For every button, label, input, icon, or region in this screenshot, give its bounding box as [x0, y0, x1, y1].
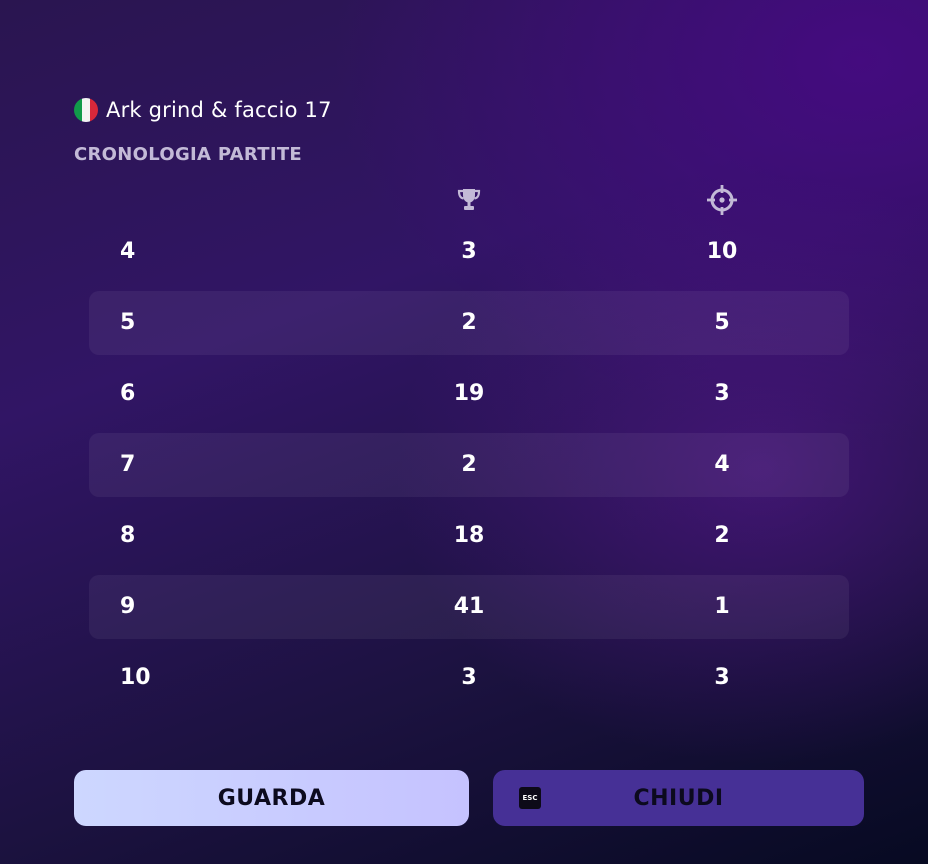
table-row: 7 2 4: [89, 433, 849, 497]
placement-value: 18: [453, 523, 485, 548]
match-number: 9: [120, 594, 136, 619]
watch-button[interactable]: GUARDA: [74, 770, 469, 826]
placement-value: 2: [461, 310, 477, 335]
table-row: 4 3 10: [89, 220, 849, 284]
match-history-table: 4 3 10 5 2 5 6 19 3 7 2 4 8 18 2 9 41 1 …: [89, 220, 849, 717]
close-button-label: CHIUDI: [633, 785, 724, 811]
trophy-icon: [453, 184, 485, 216]
table-row: 5 2 5: [89, 291, 849, 355]
placement-value: 41: [453, 594, 485, 619]
watch-button-label: GUARDA: [217, 785, 326, 811]
eliminations-value: 1: [714, 594, 730, 619]
eliminations-value: 3: [714, 665, 730, 690]
close-button[interactable]: ESC CHIUDI: [493, 770, 864, 826]
table-row: 10 3 3: [89, 646, 849, 710]
placement-value: 2: [461, 452, 477, 477]
esc-key-icon: ESC: [519, 787, 541, 809]
eliminations-value: 2: [714, 523, 730, 548]
session-header: Ark grind & faccio 17: [74, 98, 332, 122]
match-number: 10: [120, 665, 151, 690]
column-headers: [0, 184, 928, 216]
table-row: 8 18 2: [89, 504, 849, 568]
eliminations-value: 10: [706, 239, 738, 264]
italy-flag-icon: [74, 98, 98, 122]
table-row: 9 41 1: [89, 575, 849, 639]
placement-value: 19: [453, 381, 485, 406]
match-number: 4: [120, 239, 136, 264]
table-row: 6 19 3: [89, 362, 849, 426]
crosshair-icon: [706, 184, 738, 216]
eliminations-value: 5: [714, 310, 730, 335]
match-number: 5: [120, 310, 136, 335]
match-history-title: CRONOLOGIA PARTITE: [74, 144, 303, 165]
match-number: 7: [120, 452, 136, 477]
placement-value: 3: [461, 665, 477, 690]
match-number: 6: [120, 381, 136, 406]
placement-value: 3: [461, 239, 477, 264]
eliminations-value: 3: [714, 381, 730, 406]
eliminations-value: 4: [714, 452, 730, 477]
session-title: Ark grind & faccio 17: [106, 98, 332, 122]
match-number: 8: [120, 523, 136, 548]
